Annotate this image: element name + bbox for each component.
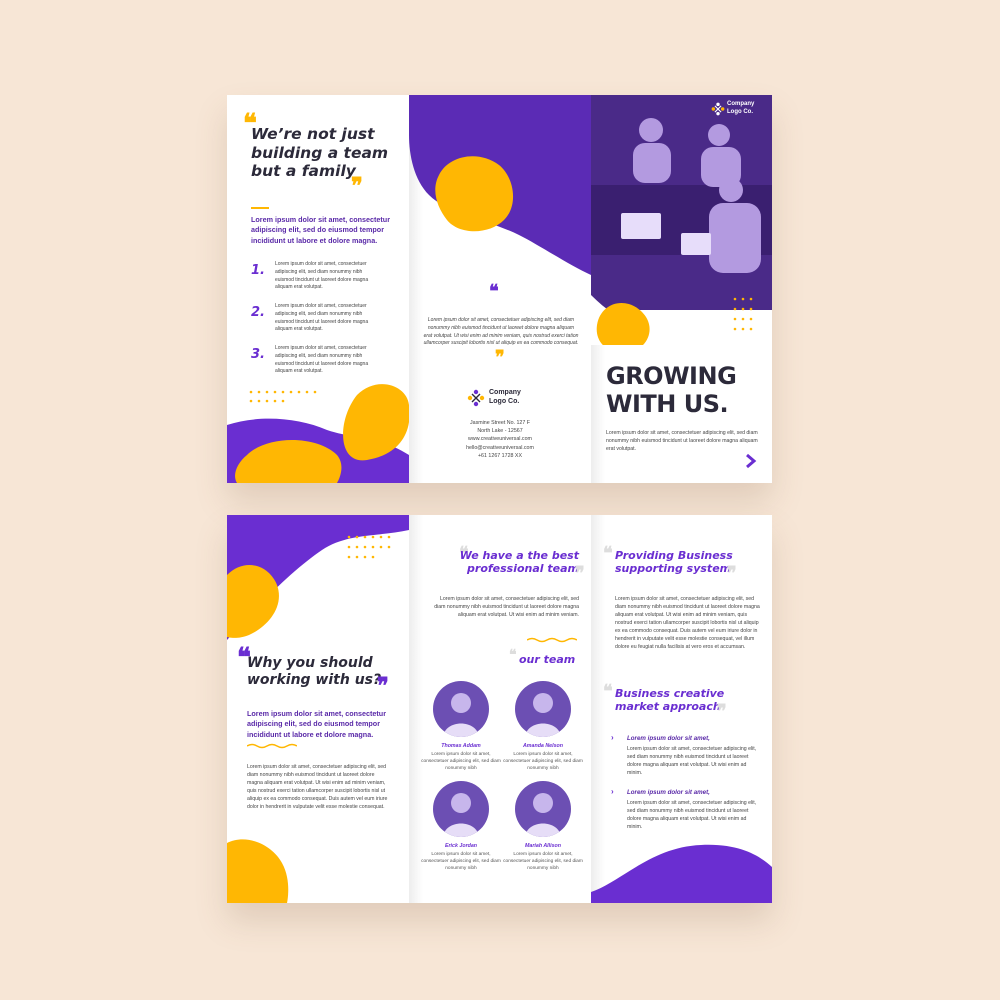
- team-member-text: Lorem ipsum dolor sit amet, consectetuer…: [421, 752, 501, 772]
- outside-right-body: Lorem ipsum dolor sit amet, consectetuer…: [606, 430, 758, 453]
- blob-decoration: [227, 384, 409, 483]
- chevron-right-icon: [746, 453, 757, 469]
- list-item: 1. Lorem ipsum dolor sit amet, consectet…: [251, 261, 401, 303]
- company-logo: Company Logo Co.: [711, 101, 771, 123]
- dot-pattern: [347, 535, 391, 559]
- website-link[interactable]: www.creativeuniversal.com: [439, 435, 561, 443]
- logo-icon: [711, 102, 725, 116]
- team-member-photo: [433, 681, 489, 737]
- list-item: 2. Lorem ipsum dolor sit amet, consectet…: [251, 303, 401, 345]
- list-number: 2.: [251, 305, 265, 320]
- numbered-list: 1. Lorem ipsum dolor sit amet, consectet…: [251, 261, 401, 387]
- inside-left-body: Lorem ipsum dolor sit amet, consectetuer…: [247, 764, 388, 811]
- open-quote-icon: ❝: [603, 543, 613, 564]
- company-logo: Company Logo Co.: [467, 387, 547, 409]
- team-member-name: Mariah Allison: [524, 843, 561, 849]
- headline-line: WITH US.: [606, 389, 729, 418]
- blob-decoration: [227, 839, 289, 903]
- close-quote-icon: ❞: [495, 347, 505, 368]
- inside-right-body1: Lorem ipsum dolor sit amet, consectetuer…: [615, 596, 760, 651]
- logo-icon: [467, 389, 485, 407]
- outside-middle-panel: ❝ Lorem ipsum dolor sit amet, consectetu…: [409, 95, 591, 483]
- point-heading: Lorem ipsum dolor sit amet,: [627, 735, 710, 742]
- person-icon: [443, 793, 479, 837]
- open-quote-icon: ❝: [509, 647, 517, 663]
- brochure-outside-sheet: ❝ We’re not just building a team but a f…: [227, 95, 772, 483]
- wave-divider: [527, 637, 577, 643]
- person-icon: [525, 693, 561, 737]
- outside-right-panel: Company Logo Co. GROWING WITH US. Lorem …: [591, 95, 772, 483]
- logo-text-line1: Company: [489, 389, 521, 396]
- team-member-name: Erick Jordan: [444, 843, 478, 849]
- person-icon: [525, 793, 561, 837]
- list-item-text: Lorem ipsum dolor sit amet, consectetuer…: [275, 303, 369, 333]
- list-item-text: Lorem ipsum dolor sit amet, consectetuer…: [275, 261, 369, 291]
- outside-left-title: We’re not just building a team but a fam…: [251, 125, 389, 181]
- inside-left-title: Why you should working with us?: [247, 655, 382, 688]
- team-member-name: Thomas Addam: [441, 743, 481, 749]
- point-text: Lorem ipsum dolor sit amet, consectetuer…: [627, 800, 757, 831]
- address-line: North Lake - 12567: [477, 428, 523, 435]
- headline: GROWING WITH US.: [606, 362, 737, 418]
- team-member-text: Lorem ipsum dolor sit amet, consectetuer…: [503, 852, 583, 872]
- list-item-text: Lorem ipsum dolor sit amet, consectetuer…: [275, 345, 369, 375]
- list-number: 3.: [251, 347, 265, 362]
- logo-text-line2: Logo Co.: [727, 109, 753, 115]
- logo-text-line1: Company: [727, 101, 755, 107]
- address-line: Jasmine Street No. 127 F: [469, 420, 531, 426]
- point-heading: Lorem ipsum dolor sit amet,: [627, 789, 710, 796]
- inside-middle-body: Lorem ipsum dolor sit amet, consectetuer…: [434, 596, 579, 619]
- team-member-photo: [515, 681, 571, 737]
- team-member-text: Lorem ipsum dolor sit amet, consectetuer…: [421, 852, 501, 872]
- wave-divider: [247, 743, 297, 749]
- open-quote-icon: ❝: [489, 281, 499, 302]
- outside-middle-quote: Lorem ipsum dolor sit amet, consectetuer…: [423, 317, 579, 347]
- title-underline: [251, 207, 269, 209]
- close-quote-icon: ❞: [717, 701, 727, 722]
- blob-decoration: [591, 844, 772, 903]
- logo-text-line2: Logo Co.: [489, 398, 520, 405]
- close-quote-icon: ❞: [351, 173, 363, 199]
- outside-left-panel: ❝ We’re not just building a team but a f…: [227, 95, 409, 483]
- chevron-right-icon: ›: [611, 787, 614, 796]
- headline-line: GROWING: [606, 362, 737, 390]
- contact-address: Jasmine Street No. 127 F North Lake - 12…: [439, 419, 561, 460]
- inside-right-title1: Providing Business supporting system: [615, 549, 733, 576]
- outside-left-lead: Lorem ipsum dolor sit amet, consectetur …: [251, 215, 390, 245]
- inside-middle-panel: ❝ We have a the best professional team ❞…: [409, 515, 591, 903]
- point-text: Lorem ipsum dolor sit amet, consectetuer…: [627, 746, 757, 777]
- inside-right-panel: ❝ Providing Business supporting system ❞…: [591, 515, 772, 903]
- team-member-photo: [515, 781, 571, 837]
- open-quote-icon: ❝: [603, 681, 613, 702]
- next-arrow-button[interactable]: [743, 453, 759, 469]
- chevron-right-icon: ›: [611, 733, 614, 742]
- inside-left-panel: ❝ Why you should working with us? ❞ Lore…: [227, 515, 409, 903]
- close-quote-icon: ❞: [575, 563, 585, 584]
- brochure-inside-sheet: ❝ Why you should working with us? ❞ Lore…: [227, 515, 772, 903]
- team-member-name: Amanda Nelson: [522, 743, 564, 749]
- person-icon: [443, 693, 479, 737]
- list-number: 1.: [251, 263, 265, 278]
- team-member-text: Lorem ipsum dolor sit amet, consectetuer…: [503, 752, 583, 772]
- phone-number: +61 1267 1728 XX: [477, 452, 523, 459]
- team-heading: our team: [519, 653, 576, 666]
- close-quote-icon: ❞: [727, 563, 737, 584]
- dot-pattern: [733, 297, 753, 331]
- inside-left-lead: Lorem ipsum dolor sit amet, consectetur …: [247, 709, 386, 739]
- team-member-photo: [433, 781, 489, 837]
- photo-purple-band: [409, 95, 591, 275]
- close-quote-icon: ❞: [377, 673, 389, 699]
- inside-middle-title: We have a the best professional team: [459, 549, 579, 576]
- email-link[interactable]: hello@creativeuniversal.com: [439, 444, 561, 452]
